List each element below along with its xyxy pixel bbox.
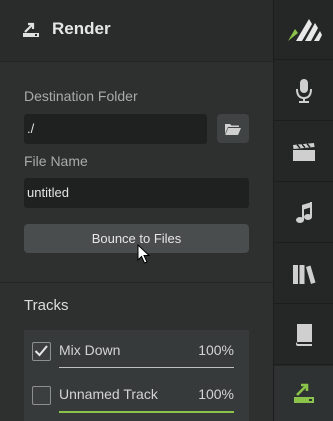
export-icon bbox=[23, 22, 39, 37]
checkmark-icon bbox=[34, 345, 48, 357]
tracks-list: Mix Down 100% Unnamed Track 100% bbox=[24, 330, 249, 421]
browse-folder-button[interactable] bbox=[217, 114, 249, 143]
track-row[interactable]: Unnamed Track 100% bbox=[24, 375, 249, 419]
track-percent: 100% bbox=[198, 342, 234, 358]
track-percent: 100% bbox=[198, 386, 234, 402]
mouse-cursor-icon bbox=[137, 244, 151, 264]
clapperboard-icon bbox=[293, 142, 315, 161]
track-name: Unnamed Track bbox=[59, 386, 158, 402]
file-name-label: File Name bbox=[24, 153, 88, 169]
destination-folder-label: Destination Folder bbox=[24, 88, 138, 104]
sidebar-item-render[interactable] bbox=[274, 366, 333, 421]
track-name: Mix Down bbox=[59, 342, 121, 358]
sidebar-item-book[interactable] bbox=[274, 305, 333, 365]
track-row[interactable]: Mix Down 100% bbox=[24, 330, 249, 374]
track-checkbox[interactable] bbox=[32, 386, 51, 405]
file-name-input[interactable]: untitled bbox=[24, 178, 249, 208]
section-divider bbox=[0, 282, 273, 283]
destination-folder-input[interactable]: ./ bbox=[24, 114, 207, 144]
track-progress-bar bbox=[59, 411, 234, 413]
track-progress-bar bbox=[59, 367, 234, 368]
app-logo-icon bbox=[288, 18, 322, 41]
sidebar-item-record[interactable] bbox=[274, 61, 333, 121]
sidebar-item-library[interactable] bbox=[274, 244, 333, 304]
track-checkbox[interactable] bbox=[32, 342, 51, 361]
tool-sidebar bbox=[273, 0, 333, 421]
music-note-icon bbox=[296, 201, 312, 223]
page-title: Render bbox=[52, 19, 111, 38]
book-icon bbox=[296, 323, 312, 346]
tracks-heading: Tracks bbox=[24, 297, 69, 314]
sidebar-item-logo[interactable] bbox=[274, 0, 333, 60]
sidebar-item-video[interactable] bbox=[274, 122, 333, 182]
library-icon bbox=[293, 264, 316, 284]
render-panel: Render Destination Folder ./ File Name u… bbox=[0, 0, 273, 421]
folder-icon bbox=[225, 123, 241, 135]
panel-header: Render bbox=[0, 0, 273, 62]
microphone-icon bbox=[296, 78, 312, 103]
sidebar-item-music[interactable] bbox=[274, 183, 333, 243]
export-icon bbox=[294, 383, 314, 403]
